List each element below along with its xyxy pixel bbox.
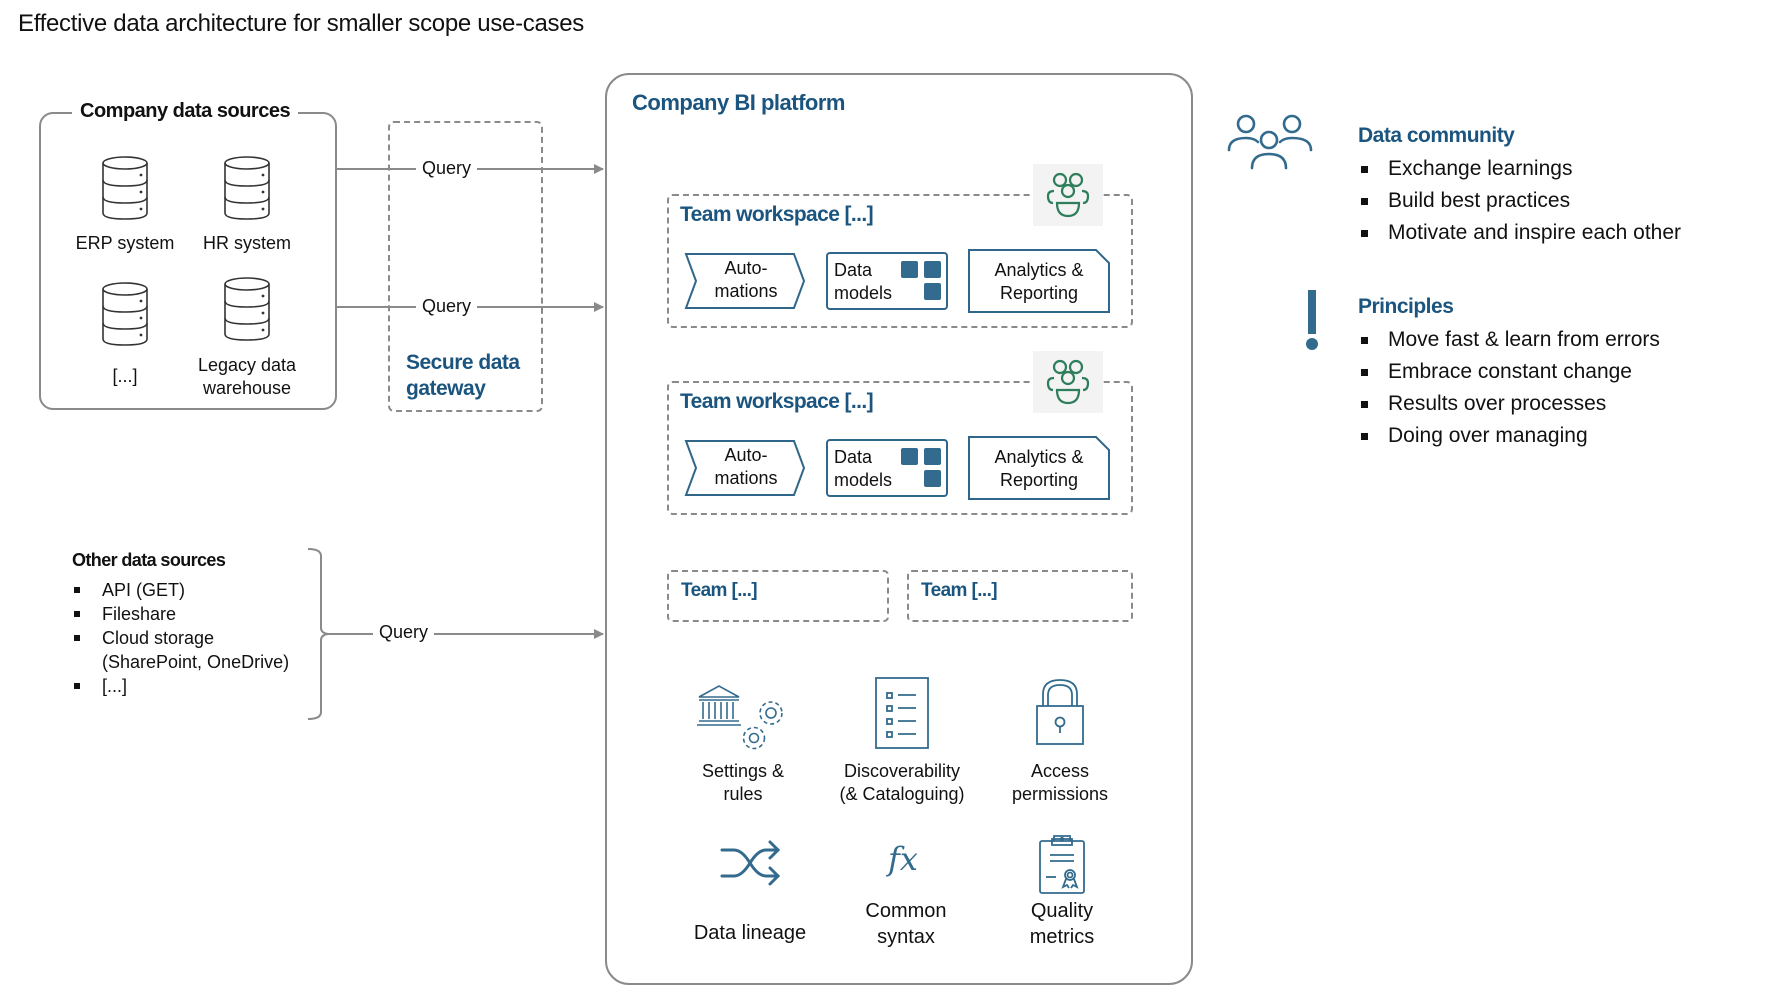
team-box: Team [...]	[667, 570, 889, 622]
list-item: Cloud storage	[72, 626, 312, 650]
team-icon	[1033, 351, 1103, 413]
data-community-heading: Data community	[1358, 124, 1515, 147]
feature-label-settings: Settings & rules	[701, 761, 785, 804]
data-model-square-icon	[924, 283, 941, 300]
list-item: Motivate and inspire each other	[1358, 217, 1758, 249]
feature-label-access: Access permissions	[1011, 761, 1109, 804]
data-models-box: Data models	[826, 439, 948, 497]
team-workspace-title: Team workspace [...]	[680, 203, 874, 226]
data-model-square-icon	[901, 261, 918, 278]
database-icon	[100, 155, 150, 226]
source-label-legacy: Legacy data warehouse	[197, 355, 297, 398]
list-item: [...]	[72, 674, 312, 698]
community-people-icon	[1226, 112, 1316, 177]
principles-heading: Principles	[1358, 295, 1454, 318]
company-bi-platform-heading: Company BI platform	[632, 90, 845, 115]
list-item: Exchange learnings	[1358, 153, 1758, 185]
feature-label-quality: Quality metrics	[1029, 900, 1095, 948]
list-item-continuation: (SharePoint, OneDrive)	[102, 652, 290, 672]
source-label-other: [...]	[112, 366, 138, 386]
feature-label-lineage: Data lineage	[693, 922, 807, 944]
list-item: API (GET)	[72, 578, 312, 602]
team-workspace-title: Team workspace [...]	[680, 390, 874, 413]
other-data-sources-heading: Other data sources	[72, 550, 226, 570]
list-item: Move fast & learn from errors	[1358, 324, 1758, 356]
team-icon	[1033, 164, 1103, 226]
list-item: Build best practices	[1358, 185, 1758, 217]
fx-icon: fx	[888, 840, 918, 878]
list-item: Doing over managing	[1358, 420, 1758, 452]
feature-label-discoverability: Discoverability (& Cataloguing)	[839, 761, 965, 804]
exclamation-icon	[1305, 290, 1319, 357]
database-icon	[222, 155, 272, 226]
data-community-list: Exchange learnings Build best practices …	[1358, 153, 1758, 249]
padlock-icon	[1035, 678, 1085, 751]
company-data-sources-heading: Company data sources	[72, 100, 299, 123]
data-model-square-icon	[924, 470, 941, 487]
database-icon	[222, 276, 272, 347]
team-box: Team [...]	[907, 570, 1133, 622]
feature-label-syntax: Common syntax	[865, 900, 947, 948]
certificate-clipboard-icon	[1038, 833, 1086, 900]
other-data-sources-list: API (GET) Fileshare Cloud storage (Share…	[72, 578, 312, 698]
source-label-erp: ERP system	[75, 233, 175, 253]
source-label-hr: HR system	[202, 233, 291, 253]
principles-list: Move fast & learn from errors Embrace co…	[1358, 324, 1758, 452]
data-model-square-icon	[924, 261, 941, 278]
checklist-icon	[875, 677, 929, 754]
secure-data-gateway-label: Secure data gateway	[406, 351, 520, 400]
list-item: Embrace constant change	[1358, 356, 1758, 388]
list-item: Fileshare	[72, 602, 312, 626]
query-label: Query	[373, 622, 435, 643]
data-model-square-icon	[924, 448, 941, 465]
database-icon	[100, 281, 150, 352]
data-model-square-icon	[901, 448, 918, 465]
data-models-box: Data models	[826, 252, 948, 310]
query-label: Query	[416, 158, 478, 179]
query-label: Query	[416, 296, 478, 317]
governance-gears-icon	[697, 683, 789, 756]
list-item: Results over processes	[1358, 388, 1758, 420]
shuffle-arrows-icon	[720, 838, 782, 893]
